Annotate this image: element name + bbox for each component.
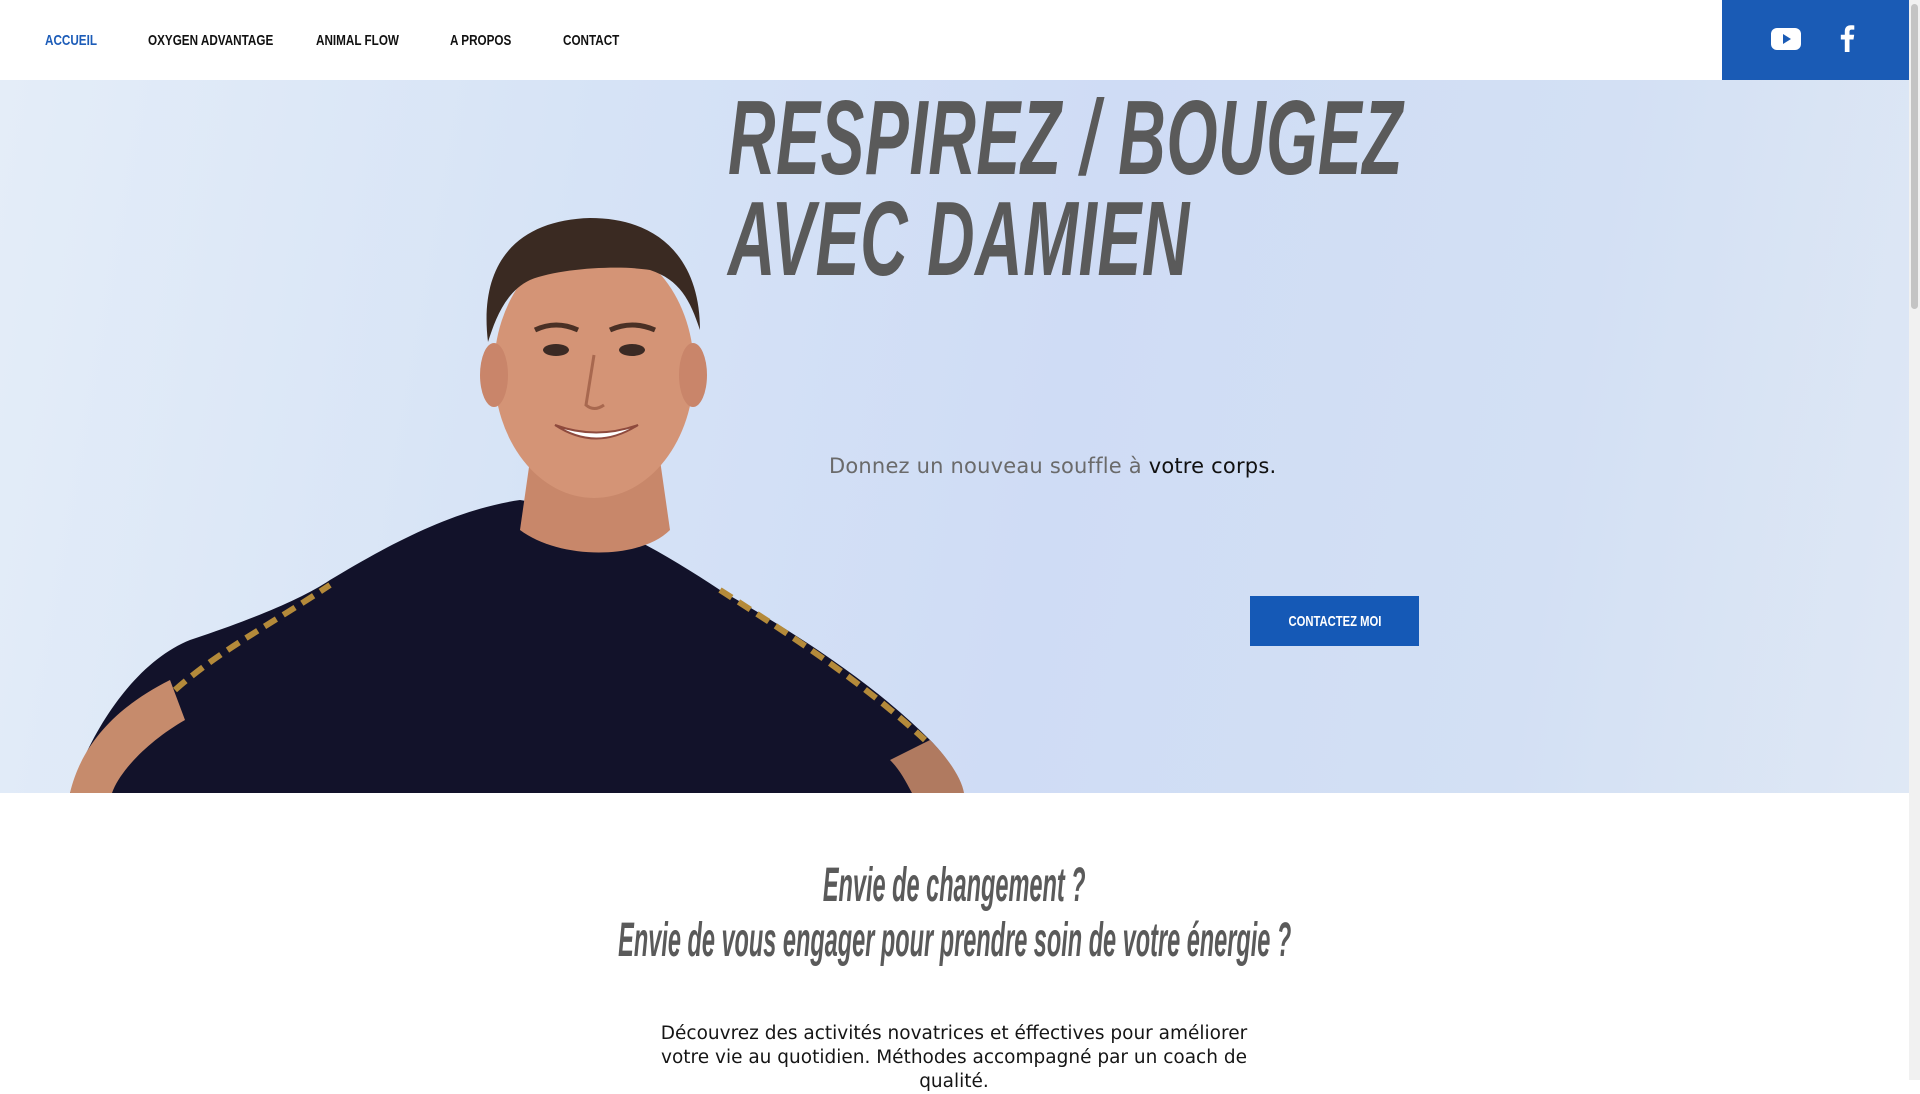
section-heading-line-1: Envie de changement ?: [823, 859, 1086, 912]
contact-me-button-label: CONTACTEZ MOI: [1288, 612, 1381, 630]
nav-item-accueil[interactable]: ACCUEIL: [45, 32, 97, 49]
nav-item-a-propos[interactable]: A PROPOS: [450, 32, 511, 49]
hero-subtitle-part-1: Donnez un nouveau souffle à: [829, 454, 1149, 478]
hero-title: RESPIREZ / BOUGEZ AVEC DAMIEN: [728, 80, 1404, 298]
hero-subtitle-part-2: votre corps.: [1148, 454, 1277, 478]
facebook-icon[interactable]: [1839, 24, 1855, 52]
hero-title-line-1: RESPIREZ / BOUGEZ: [728, 80, 1404, 197]
nav-item-oxygen-advantage[interactable]: OXYGEN ADVANTAGE: [148, 32, 273, 49]
nav-item-animal-flow[interactable]: ANIMAL FLOW: [316, 32, 399, 49]
section-body-text: Découvrez des activités novatrices et éf…: [660, 1023, 1248, 1092]
section-heading: Envie de changement ? Envie de vous enga…: [0, 858, 1909, 968]
youtube-icon[interactable]: [1771, 28, 1801, 50]
site-header: ACCUEIL OXYGEN ADVANTAGE ANIMAL FLOW A P…: [0, 0, 1909, 80]
hero-section: RESPIREZ / BOUGEZ AVEC DAMIEN Donnez un …: [0, 80, 1909, 793]
nav-item-contact[interactable]: CONTACT: [563, 32, 619, 49]
hero-subtitle: Donnez un nouveau souffle à votre corps.: [829, 454, 1276, 478]
section-heading-line-2: Envie de vous engager pour prendre soin …: [617, 914, 1292, 967]
scrollbar-thumb[interactable]: [1911, 4, 1918, 309]
page-scrollbar[interactable]: [1909, 0, 1920, 1080]
contact-me-button[interactable]: CONTACTEZ MOI: [1250, 596, 1419, 646]
social-bar: [1722, 0, 1909, 80]
hero-title-line-2: AVEC DAMIEN: [728, 180, 1191, 298]
